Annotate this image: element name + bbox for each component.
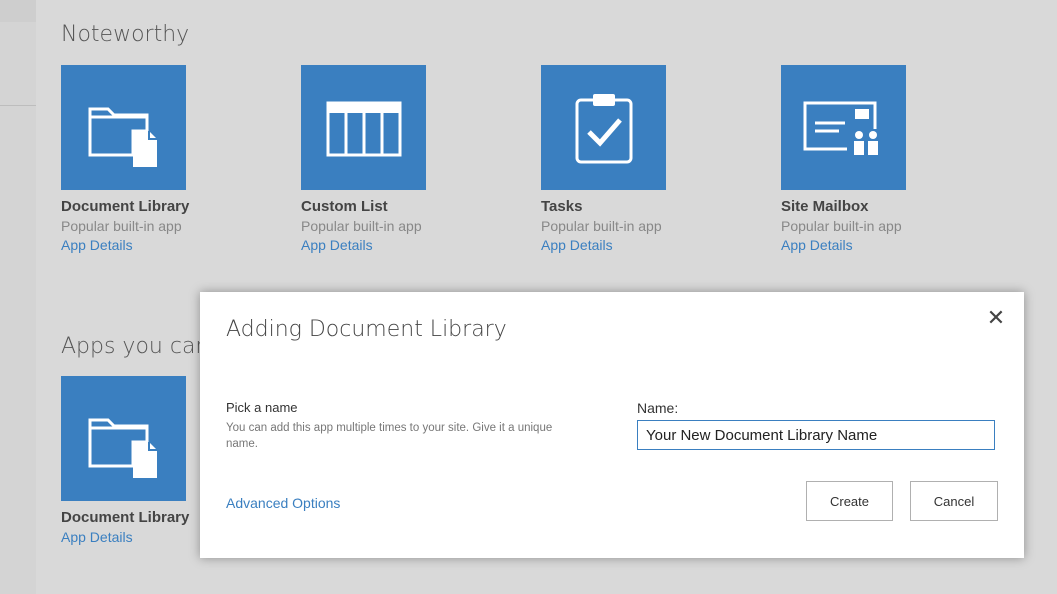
nav-block	[0, 0, 36, 22]
noteworthy-heading: Noteworthy	[61, 22, 190, 47]
tile-document-library[interactable]: Document Library App Details	[61, 376, 211, 545]
add-app-dialog: Adding Document Library ✕ Pick a name Yo…	[200, 292, 1024, 558]
folder-document-icon[interactable]	[61, 65, 186, 190]
nav-divider	[0, 105, 36, 106]
clipboard-check-icon[interactable]	[541, 65, 666, 190]
left-nav-strip	[0, 0, 36, 594]
pick-name-label: Pick a name	[226, 400, 298, 415]
app-details-link[interactable]: App Details	[541, 237, 691, 253]
advanced-options-link[interactable]: Advanced Options	[226, 495, 340, 511]
name-field-label: Name:	[637, 400, 679, 416]
pick-name-description: You can add this app multiple times to y…	[226, 422, 553, 450]
close-icon[interactable]: ✕	[986, 307, 1006, 329]
dialog-title: Adding Document Library	[226, 317, 507, 342]
tile-subtitle: Popular built-in app	[61, 218, 182, 234]
tile-subtitle: Popular built-in app	[781, 218, 902, 234]
app-details-link[interactable]: App Details	[61, 529, 211, 545]
tile-name: Tasks	[541, 198, 583, 215]
name-field[interactable]	[637, 420, 995, 450]
tile-site-mailbox[interactable]: Site Mailbox Popular built-in app App De…	[781, 65, 931, 253]
app-details-link[interactable]: App Details	[61, 237, 211, 253]
app-details-link[interactable]: App Details	[781, 237, 931, 253]
tile-name: Custom List	[301, 198, 388, 215]
tile-name: Document Library	[61, 198, 190, 215]
tile-name: Site Mailbox	[781, 198, 869, 215]
tile-tasks[interactable]: Tasks Popular built-in app App Details	[541, 65, 691, 253]
app-details-link[interactable]: App Details	[301, 237, 451, 253]
tile-subtitle: Popular built-in app	[541, 218, 662, 234]
tile-subtitle: Popular built-in app	[301, 218, 422, 234]
folder-document-icon[interactable]	[61, 376, 186, 501]
tile-custom-list[interactable]: Custom List Popular built-in app App Det…	[301, 65, 451, 253]
list-table-icon[interactable]	[301, 65, 426, 190]
create-button[interactable]: Create	[806, 481, 893, 521]
cancel-button[interactable]: Cancel	[910, 481, 998, 521]
tile-document-library[interactable]: Document Library Popular built-in app Ap…	[61, 65, 211, 253]
mailbox-people-icon[interactable]	[781, 65, 906, 190]
tile-name: Document Library	[61, 509, 190, 526]
